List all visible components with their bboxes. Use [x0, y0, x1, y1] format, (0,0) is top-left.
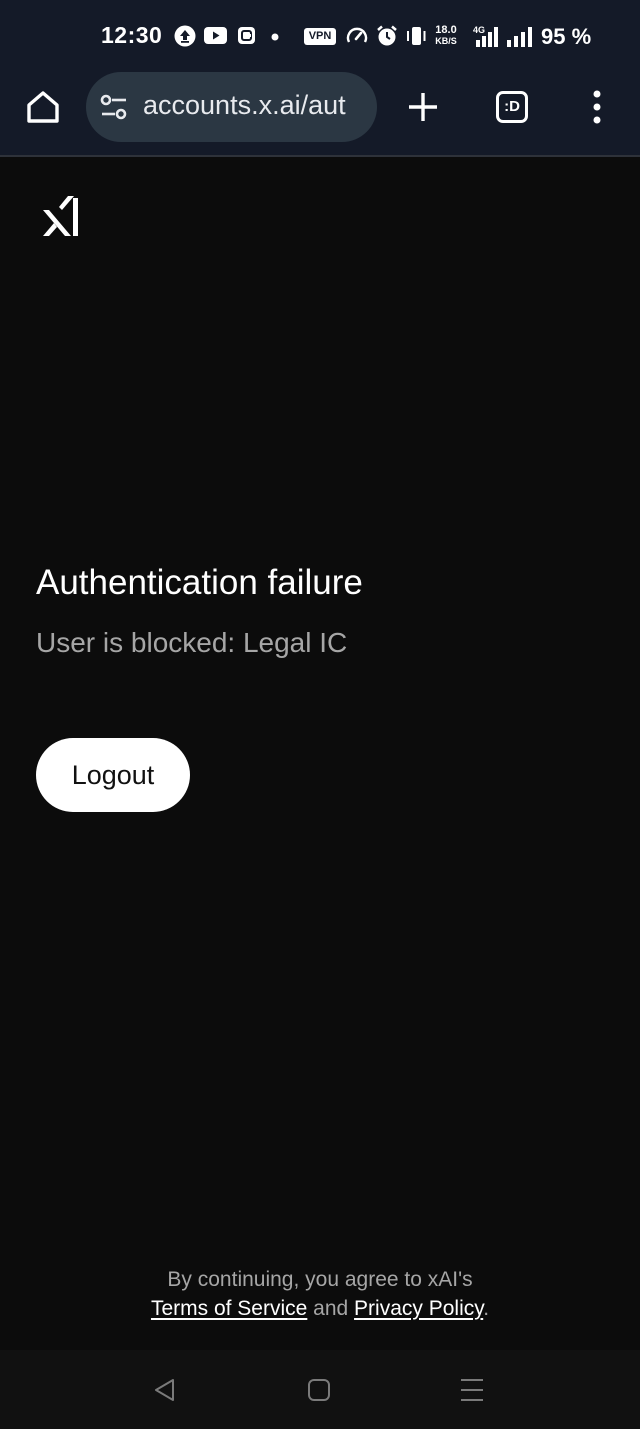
- site-settings-icon[interactable]: [100, 94, 128, 120]
- privacy-link[interactable]: Privacy Policy: [354, 1297, 483, 1320]
- footer-prefix: By continuing, you agree to xAI's: [167, 1268, 473, 1291]
- system-nav-bar: [0, 1350, 640, 1429]
- xai-logo-icon: [43, 196, 78, 236]
- legal-footer: By continuing, you agree to xAI's Terms …: [0, 1265, 640, 1323]
- footer-suffix: .: [483, 1297, 490, 1320]
- dot-icon: [271, 33, 279, 41]
- back-icon[interactable]: [152, 1377, 178, 1403]
- signal-icon: [476, 27, 498, 47]
- footer-links: Terms of Service and Privacy Policy.: [0, 1294, 640, 1323]
- alarm-icon: [377, 25, 397, 46]
- recents-icon[interactable]: [459, 1377, 485, 1403]
- browser-chrome: 12:30 VPN 18.0 KB/S 4G 95 % accounts.x.a…: [0, 0, 640, 157]
- more-vert-icon[interactable]: [585, 89, 609, 125]
- terms-link[interactable]: Terms of Service: [151, 1297, 307, 1320]
- home-icon[interactable]: [22, 86, 64, 128]
- url-text[interactable]: accounts.x.ai/aut: [143, 90, 368, 121]
- footer-and: and: [307, 1297, 355, 1320]
- logout-button[interactable]: Logout: [36, 738, 190, 812]
- battery-level: 95 %: [541, 24, 592, 49]
- upload-icon: [174, 25, 196, 47]
- vpn-icon: VPN: [304, 28, 336, 45]
- home-square-icon[interactable]: [306, 1377, 332, 1403]
- speedometer-icon: [346, 27, 368, 43]
- youtube-icon: [204, 27, 227, 44]
- app-notification-icon: [238, 27, 255, 44]
- page-title: Authentication failure: [36, 563, 363, 602]
- plus-icon[interactable]: [405, 89, 441, 125]
- vibrate-icon: [407, 27, 426, 45]
- signal-icon: [507, 27, 532, 47]
- status-bar: 12:30 VPN 18.0 KB/S 4G 95 %: [0, 0, 640, 72]
- status-time: 12:30: [101, 22, 163, 48]
- error-message: User is blocked: Legal IC: [36, 627, 348, 658]
- browser-toolbar: accounts.x.ai/aut :D: [0, 72, 640, 156]
- address-bar[interactable]: accounts.x.ai/aut: [86, 72, 377, 142]
- tabs-icon[interactable]: :D: [496, 91, 528, 123]
- network-speed: 18.0 KB/S: [435, 24, 457, 47]
